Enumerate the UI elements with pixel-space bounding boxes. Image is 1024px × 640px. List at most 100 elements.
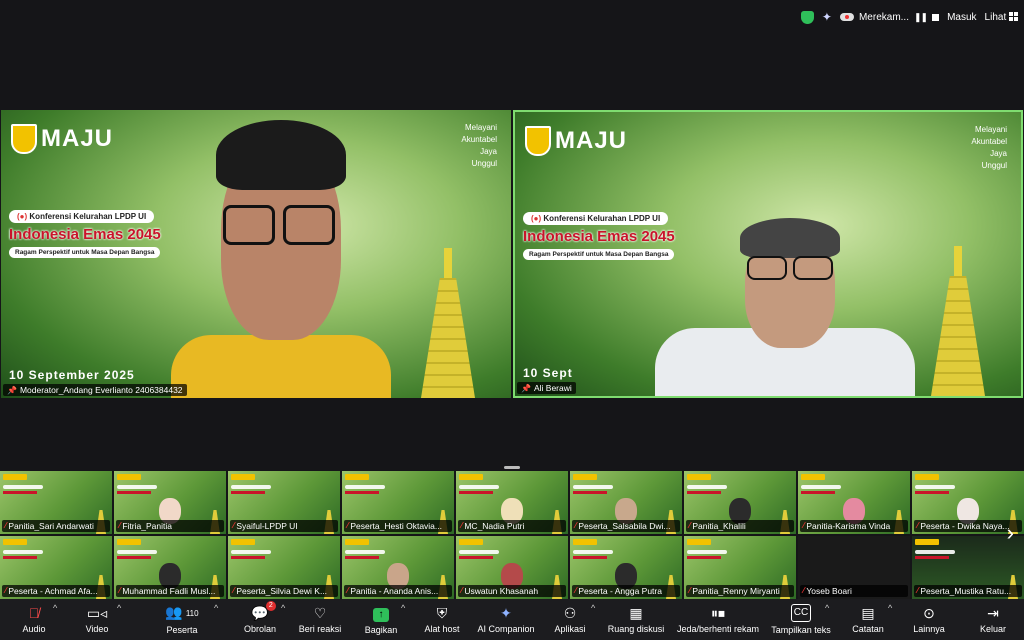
event-title: Indonesia Emas 2045 [9, 226, 161, 243]
participant-name-label: ⁄ Muhammad Fadli Musl... [116, 585, 224, 597]
speaker-name: Moderator_Andang Everlianto 2406384432 [19, 385, 183, 395]
participant-tile[interactable]: ⁄ Panitia_Renny Miryanti [684, 536, 796, 599]
participant-tile[interactable]: ⁄ Panitia_Khalili [684, 471, 796, 534]
apps-button[interactable]: ⚇ Aplikasi [552, 599, 588, 640]
breakout-rooms-icon: ▦ [629, 605, 643, 621]
slide-background-fragment [231, 474, 255, 480]
next-page-chevron-icon[interactable]: › [1007, 520, 1014, 546]
slide-background-fragment [345, 474, 369, 480]
participant-tile[interactable]: ⁄ Syaiful-LPDP UI [228, 471, 340, 534]
ai-companion-button[interactable]: ✦ AI Companion [476, 599, 536, 640]
notes-button[interactable]: ▤ Catatan [850, 599, 886, 640]
participant-tile[interactable]: ⁄ Yoseb Boari [798, 536, 910, 599]
slide-background-fragment [573, 491, 607, 494]
share-button[interactable]: ↑ Bagikan [363, 599, 399, 640]
view-button[interactable]: Lihat [985, 12, 1018, 23]
participant-tile[interactable]: ⁄ Uswatun Khasanah [456, 536, 568, 599]
conference-label: Konferensi Kelurahan LPDP UI [29, 212, 147, 221]
leave-button[interactable]: ⇥ Keluar [976, 599, 1010, 640]
chat-options-caret[interactable]: ^ [281, 603, 285, 613]
more-button[interactable]: ⊙ Lainnya [911, 599, 947, 640]
participant-tile[interactable]: ⁄ Panitia_Sari Andarwati [0, 471, 112, 534]
crest-icon [11, 124, 37, 154]
host-tools-button[interactable]: ⛨ Alat host [420, 599, 464, 640]
participant-name-label: ⁄ Panitia_Renny Miryanti [686, 585, 794, 597]
tagline-line: Jaya [990, 149, 1007, 158]
share-screen-icon: ↑ [373, 604, 389, 622]
encryption-shield-icon[interactable] [800, 10, 814, 24]
slide-background-fragment [459, 556, 493, 559]
slide-background-fragment [459, 550, 499, 554]
slide-background-fragment [117, 491, 151, 494]
participants-options-caret[interactable]: ^ [214, 603, 218, 613]
slide-background-fragment [3, 550, 43, 554]
breakout-rooms-button[interactable]: ▦ Ruang diskusi [606, 599, 666, 640]
chat-button[interactable]: 💬 2 Obrolan [243, 599, 277, 640]
slide-background-fragment [915, 474, 939, 480]
participant-tile[interactable]: ⁄ Fitria_Panitia [114, 471, 226, 534]
slide-background-fragment [915, 491, 949, 494]
participant-name-label: ⁄ Panitia - Ananda Anis... [344, 585, 452, 597]
speaker-name-label: 📌 Moderator_Andang Everlianto 2406384432 [3, 384, 187, 396]
speaker-video-moderator[interactable]: MAJU Melayani Akuntabel Jaya Unggul (●) … [1, 110, 511, 398]
speaker-video-active[interactable]: MAJU Melayani Akuntabel Jaya Unggul (●) … [513, 110, 1023, 398]
reactions-button[interactable]: ♡ Beri reaksi [298, 599, 342, 640]
participants-count: 110 [185, 608, 199, 618]
ai-sparkle-icon[interactable]: ✦ [822, 10, 832, 24]
slide-background-fragment [915, 539, 939, 545]
notes-icon: ▤ [861, 605, 875, 621]
audio-options-caret[interactable]: ^ [53, 603, 57, 613]
captions-label: Tampilkan teks [771, 625, 831, 635]
signin-button[interactable]: Masuk [947, 12, 976, 23]
participant-name: Peserta_Salsabila Dwi... [578, 521, 671, 531]
participant-tile[interactable]: ⁄ Panitia-Karisma Vinda [798, 471, 910, 534]
audio-button[interactable]: 🎙̸ Audio [18, 599, 50, 640]
gallery-resize-handle[interactable] [504, 466, 520, 469]
reactions-label: Beri reaksi [298, 624, 342, 634]
moderator-figure [161, 110, 401, 398]
participant-name-label: ⁄ Uswatun Khasanah [458, 585, 566, 597]
notes-options-caret[interactable]: ^ [888, 603, 892, 613]
chat-unread-badge: 2 [265, 601, 276, 611]
participant-tile[interactable]: ⁄ Panitia - Ananda Anis... [342, 536, 454, 599]
brand-wordmark: MAJU [41, 125, 114, 152]
event-subtitle: Ragam Perspektif untuk Masa Depan Bangsa [9, 247, 161, 258]
recording-label: Merekam... [858, 11, 909, 23]
slide-background-fragment [117, 550, 157, 554]
participant-name: Fitria_Panitia [122, 521, 172, 531]
tagline-line: Jaya [480, 147, 497, 156]
participant-tile[interactable]: ⁄ Muhammad Fadli Musl... [114, 536, 226, 599]
slide-background-fragment [3, 474, 27, 480]
captions-options-caret[interactable]: ^ [825, 603, 829, 613]
pause-record-icon[interactable]: ❚❚ [914, 12, 928, 23]
apps-options-caret[interactable]: ^ [591, 603, 595, 613]
pause-stop-recording-button[interactable]: ⏸⏹ Jeda/berhenti rekam [674, 599, 762, 640]
participant-tile[interactable]: ⁄ Peserta - Achmad Afa... [0, 536, 112, 599]
pin-icon: 📌 [521, 383, 531, 393]
participant-tile[interactable]: ⁄ MC_Nadia Putri [456, 471, 568, 534]
slide-background-fragment [231, 539, 255, 545]
participant-tile[interactable]: ⁄ Peserta_Salsabila Dwi... [570, 471, 682, 534]
participant-tile[interactable]: ⁄ Peserta_Hesti Oktavia... [342, 471, 454, 534]
participants-button[interactable]: 👥 110 Peserta [164, 599, 200, 640]
participant-name-label: ⁄ Panitia_Khalili [686, 520, 794, 532]
mic-muted-icon: ⁄ [461, 521, 463, 530]
slide-background-fragment [915, 556, 949, 559]
tower-graphic [413, 248, 483, 398]
video-options-caret[interactable]: ^ [117, 603, 121, 613]
participant-name: MC_Nadia Putri [464, 521, 525, 531]
stop-record-icon[interactable] [932, 13, 940, 21]
participants-label: Peserta [166, 624, 198, 635]
participant-gallery: ⁄ Panitia_Sari Andarwati ⁄ Fitria_Panitia ⁄ S… [0, 471, 1024, 599]
participant-name-label: ⁄ Peserta_Silvia Dewi K... [230, 585, 338, 597]
mic-muted-icon: ⁄ [575, 521, 577, 530]
video-button[interactable]: ▭◃ Video [82, 599, 112, 640]
share-options-caret[interactable]: ^ [401, 603, 405, 613]
cloud-record-icon [839, 13, 854, 21]
grid-view-icon [1009, 12, 1018, 22]
recording-indicator[interactable]: Merekam... ❚❚ [839, 11, 940, 23]
slide-background-fragment [801, 491, 835, 494]
participant-tile[interactable]: ⁄ Peserta - Angga Putra [570, 536, 682, 599]
captions-button[interactable]: CC Tampilkan teks [770, 599, 832, 640]
participant-tile[interactable]: ⁄ Peserta_Silvia Dewi K... [228, 536, 340, 599]
